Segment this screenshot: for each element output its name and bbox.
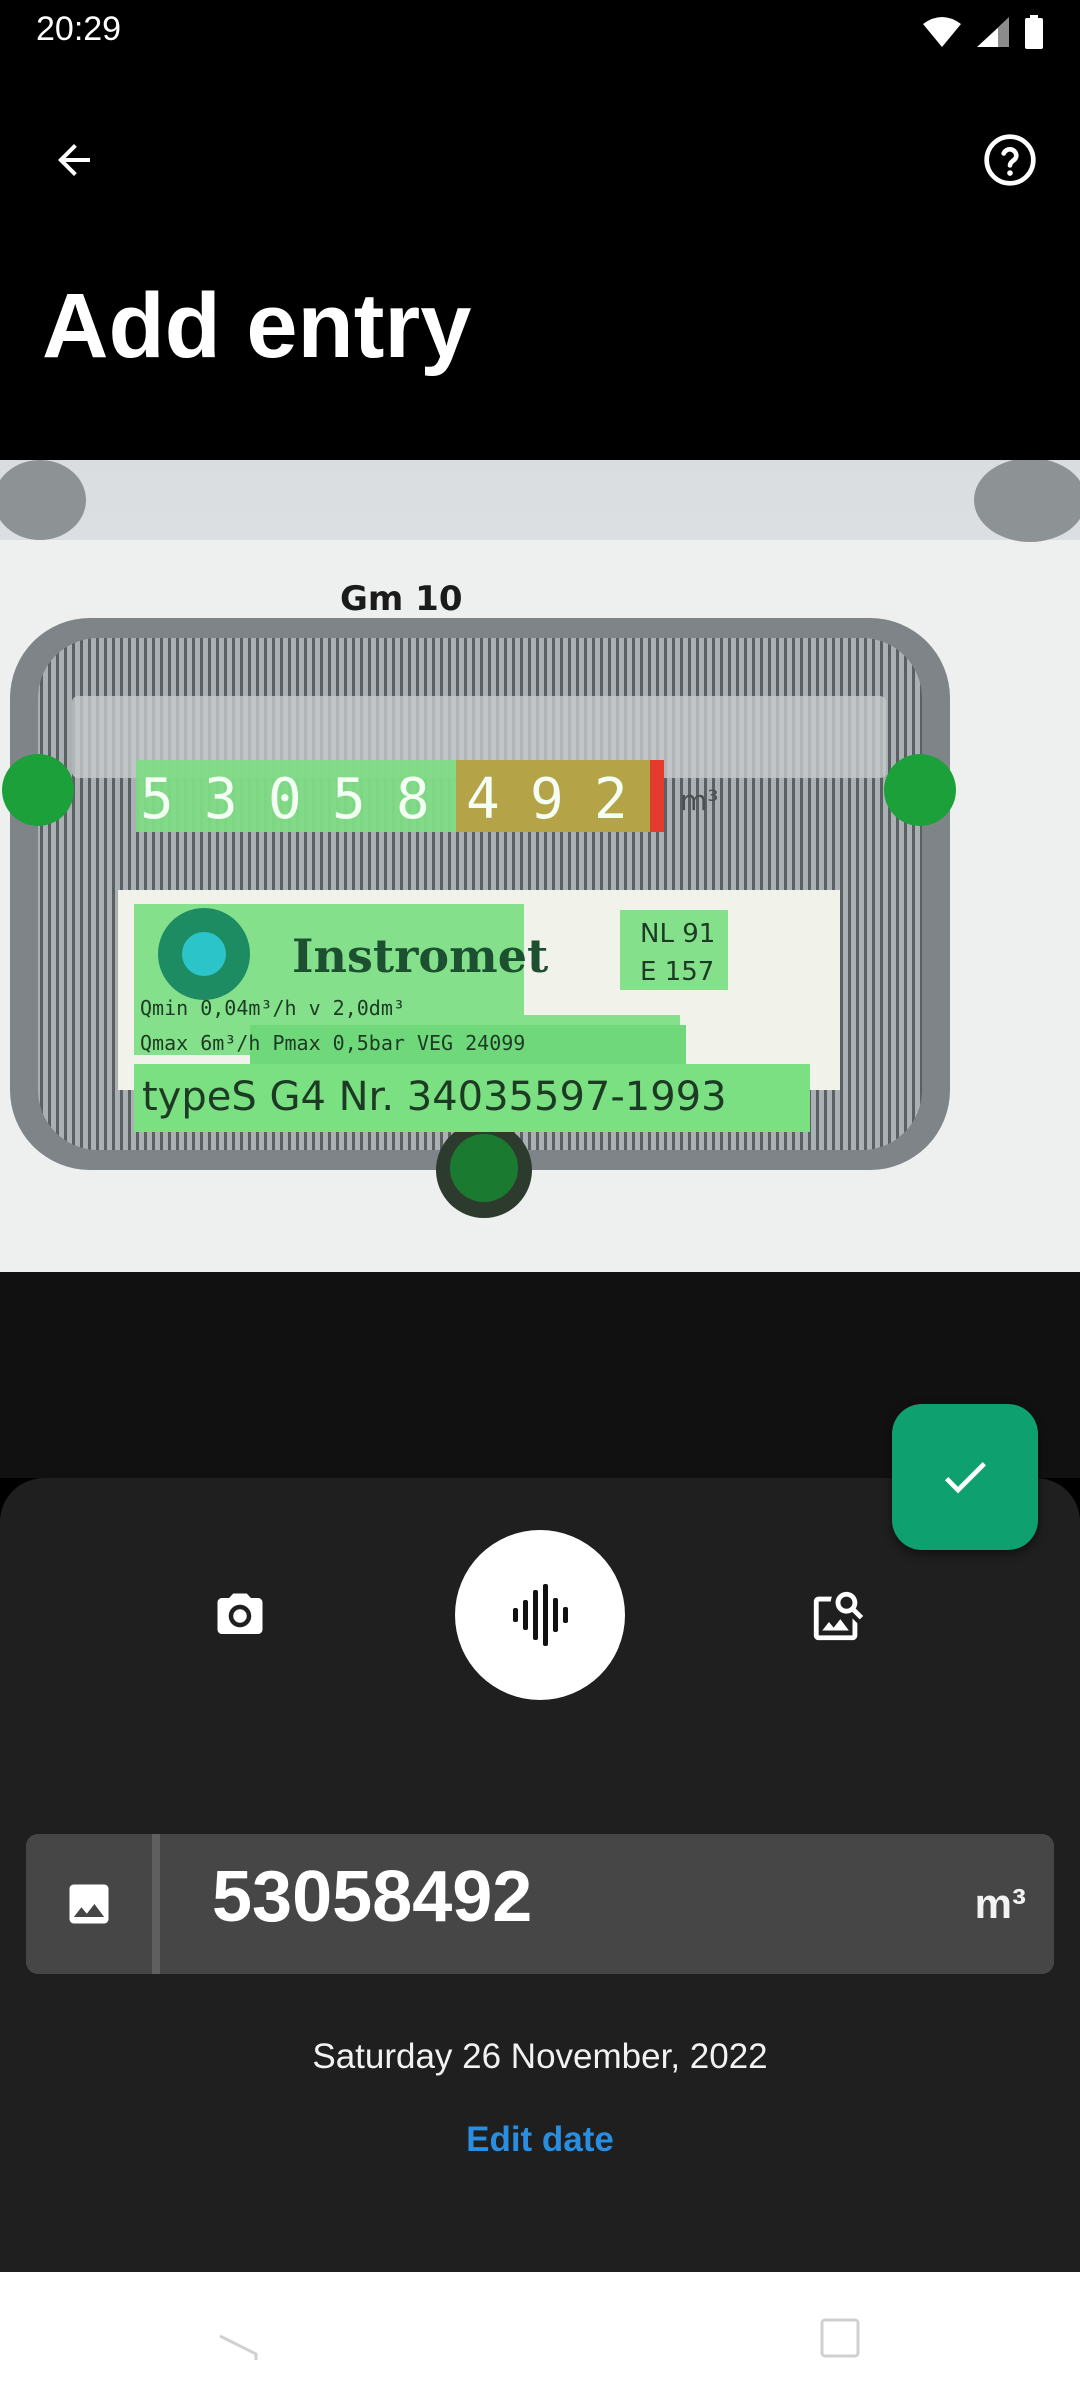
meter-digit: 0 bbox=[268, 767, 302, 832]
app-bar: Add entry bbox=[0, 64, 1080, 460]
nameplate-approval: E 157 bbox=[640, 957, 714, 987]
image-search-button[interactable] bbox=[778, 1562, 898, 1670]
meter-digit: 5 bbox=[140, 767, 174, 832]
status-bar: 20:29 bbox=[0, 0, 1080, 64]
image-toggle-button[interactable] bbox=[26, 1834, 152, 1974]
help-button[interactable] bbox=[966, 116, 1054, 204]
entry-date: Saturday 26 November, 2022 bbox=[312, 2037, 768, 2076]
nameplate-spec: Qmax 6m³/h Pmax 0,5bar VEG 24099 bbox=[140, 1031, 525, 1055]
wifi-icon bbox=[923, 17, 961, 47]
help-circle-icon bbox=[984, 134, 1036, 186]
system-navigation-bar bbox=[0, 2272, 1080, 2400]
meter-digit: 5 bbox=[332, 767, 366, 832]
status-time: 20:29 bbox=[36, 10, 122, 48]
arrow-left-icon bbox=[58, 144, 90, 176]
meter-photo[interactable]: Gm 10 5 3 0 5 8 4 9 2 m³ Instromet NL 91… bbox=[0, 460, 1080, 1272]
nameplate-approval: NL 91 bbox=[640, 919, 715, 949]
meter-digit: 3 bbox=[204, 767, 238, 832]
battery-icon bbox=[1025, 15, 1043, 49]
meter-digit: 9 bbox=[530, 767, 564, 832]
meter-digit: 4 bbox=[466, 767, 500, 832]
check-icon bbox=[944, 1462, 986, 1494]
reading-value-input[interactable]: 53058492 bbox=[212, 1856, 532, 1938]
handwritten-label: Gm 10 bbox=[340, 579, 463, 619]
nav-recents-icon[interactable] bbox=[818, 2316, 862, 2360]
field-divider bbox=[152, 1834, 160, 1974]
unit-label: m³ bbox=[974, 1880, 1026, 1927]
meter-photo-drawing: Gm 10 5 3 0 5 8 4 9 2 m³ Instromet NL 91… bbox=[0, 460, 1080, 1272]
back-button[interactable] bbox=[30, 116, 118, 204]
edit-date-button[interactable]: Edit date bbox=[440, 2120, 640, 2160]
voice-input-button[interactable] bbox=[455, 1530, 625, 1700]
page-title: Add entry bbox=[42, 275, 472, 377]
nameplate-spec: Qmin 0,04m³/h v 2,0dm³ bbox=[140, 996, 405, 1020]
meter-unit: m³ bbox=[680, 784, 719, 817]
confirm-button[interactable] bbox=[892, 1404, 1038, 1550]
reading-field[interactable]: 53058492 m³ bbox=[26, 1834, 1054, 1974]
signal-icon bbox=[977, 17, 1009, 47]
camera-icon bbox=[217, 1593, 263, 1634]
image-icon bbox=[69, 1884, 109, 1924]
image-search-icon bbox=[813, 1591, 864, 1641]
meter-digit: 2 bbox=[594, 767, 628, 832]
camera-button[interactable] bbox=[180, 1562, 300, 1670]
nameplate-brand: Instromet bbox=[292, 929, 549, 983]
nameplate-type: typeS G4 Nr. 34035597-1993 bbox=[142, 1074, 727, 1120]
voice-wave-icon bbox=[513, 1584, 568, 1646]
status-icons bbox=[922, 14, 1044, 50]
meter-digit: 8 bbox=[396, 767, 430, 832]
nav-back-icon[interactable] bbox=[216, 2330, 260, 2366]
